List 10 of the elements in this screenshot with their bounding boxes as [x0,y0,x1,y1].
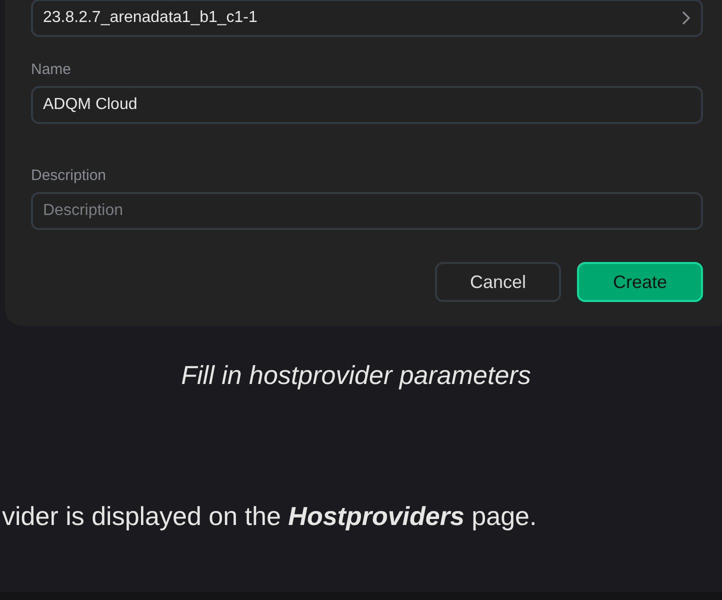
create-button[interactable]: Create [577,262,703,302]
text-field[interactable]: Description [31,192,703,230]
text-field[interactable]: ADQM Cloud [31,86,703,124]
figure-caption: Fill in hostprovider parameters [180,360,532,391]
chevron-right-icon [681,10,691,26]
field-label: Description [31,167,108,184]
cancel-button[interactable]: Cancel [435,262,561,302]
body-text: vider is displayed on the Hostproviders page. [2,501,538,532]
version-select[interactable]: 23.8.2.7_arenadata1_b1_c1-1 [31,0,703,37]
field-label: Name [31,61,72,78]
